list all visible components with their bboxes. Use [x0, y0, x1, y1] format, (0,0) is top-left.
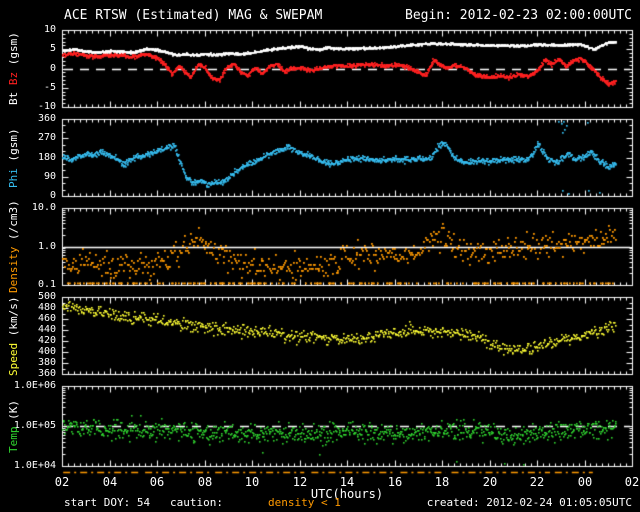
plot-title: ACE RTSW (Estimated) MAG & SWEPAM — [64, 8, 323, 23]
x-tick-label: 18 — [434, 475, 450, 489]
caution-value-label: density < 1 — [268, 496, 341, 509]
x-tick-label: 02 — [54, 475, 70, 489]
axis-title-part: (km/s) — [7, 296, 20, 336]
axis-title-part: (K) — [7, 399, 20, 420]
axis-title-part: Temp — [7, 426, 20, 453]
x-tick-label: 16 — [387, 475, 403, 489]
axis-title-temp: Temp (K) — [7, 399, 20, 453]
begin-timestamp: Begin: 2012-02-23 02:00:00UTC — [405, 8, 632, 23]
x-tick-label: 20 — [482, 475, 498, 489]
axis-title-part: Density — [7, 246, 20, 293]
plot-canvas — [0, 0, 640, 512]
x-tick-label: 12 — [292, 475, 308, 489]
axis-title-bt-bz: Bt Bz (gsm) — [7, 32, 20, 105]
x-tick-label: 10 — [244, 475, 260, 489]
axis-title-phi: Phi (gsm) — [7, 127, 20, 188]
axis-title-part: (gsm) — [7, 127, 20, 161]
x-tick-label: 08 — [197, 475, 213, 489]
axis-title-part: Speed — [7, 342, 20, 376]
axis-title-part: Phi — [7, 167, 20, 188]
axis-title-part: (gsm) — [7, 32, 20, 66]
x-tick-label: 00 — [577, 475, 593, 489]
ace-rtsw-plot: 10 5 0 -5 -10 Bt Bz (gsm) 360 270 180 90 0 Phi (gsm… — [0, 0, 640, 512]
y-tick-label-phi: 360 — [37, 113, 56, 124]
axis-title-part: Bt — [7, 91, 20, 105]
x-tick-label: 02 — [624, 475, 640, 489]
axis-title-speed: Speed (km/s) — [7, 296, 20, 376]
created-timestamp: created: 2012-02-24 01:05:05UTC — [426, 496, 632, 509]
y-tick-label-temp: 1.0E+06 — [13, 380, 56, 391]
y-tick-label-temp: 1.0E+04 — [13, 460, 56, 471]
x-tick-label: 22 — [529, 475, 545, 489]
caution-label: caution: — [170, 496, 223, 509]
x-tick-label: 06 — [149, 475, 165, 489]
axis-title-density: Density (/cm3) — [7, 200, 20, 293]
axis-title-part: (/cm3) — [7, 200, 20, 241]
x-tick-label: 04 — [102, 475, 118, 489]
start-doy-label: start DOY: 54 — [64, 496, 151, 509]
axis-title-part: Bz — [7, 71, 20, 86]
